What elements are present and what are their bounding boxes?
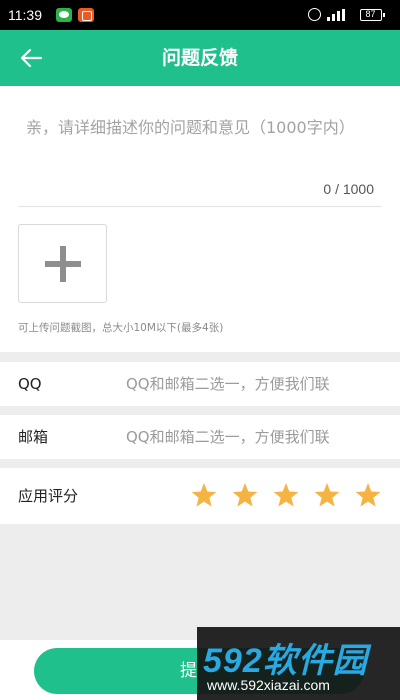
star-icon[interactable]	[191, 483, 217, 509]
qq-label: QQ	[18, 375, 42, 393]
email-row: 邮箱	[0, 415, 400, 459]
rating-label: 应用评分	[18, 487, 79, 505]
feedback-card: 0 / 1000 可上传问题截图，总大小10M以下(最多4张)	[0, 86, 400, 352]
watermark-url: www.592xiazai.com	[207, 677, 330, 693]
battery-level: 87	[365, 9, 376, 19]
rating-row: 应用评分	[0, 468, 400, 524]
char-counter: 0 / 1000	[323, 181, 374, 197]
watermark-logo: 592软件园 www.592xiazai.com	[197, 627, 400, 700]
star-icon[interactable]	[314, 483, 340, 509]
qq-input[interactable]	[126, 362, 382, 406]
email-input[interactable]	[126, 415, 382, 459]
upload-hint: 可上传问题截图，总大小10M以下(最多4张)	[18, 322, 224, 334]
divider	[18, 206, 382, 207]
wechat-icon	[56, 8, 72, 22]
app-notification-icon	[78, 8, 94, 22]
watermark-brand: 592软件园	[203, 642, 368, 680]
email-label: 邮箱	[18, 428, 49, 446]
page-title: 问题反馈	[161, 47, 238, 69]
status-bar: 11:39 87	[0, 0, 400, 30]
qq-row: QQ	[0, 362, 400, 406]
status-time: 11:39	[8, 7, 42, 23]
submit-label: 提	[180, 661, 197, 681]
upload-image-button[interactable]	[18, 224, 107, 303]
star-icon[interactable]	[232, 483, 258, 509]
star-icon[interactable]	[273, 483, 299, 509]
signal-icon	[323, 9, 351, 21]
alarm-icon	[308, 8, 321, 21]
battery-icon: 87	[360, 9, 385, 21]
app-bar: 问题反馈	[0, 30, 400, 86]
star-icon[interactable]	[355, 483, 381, 509]
back-button[interactable]	[14, 42, 50, 74]
feedback-textarea[interactable]	[26, 116, 382, 172]
plus-icon	[45, 246, 81, 282]
arrow-left-icon	[20, 48, 42, 68]
